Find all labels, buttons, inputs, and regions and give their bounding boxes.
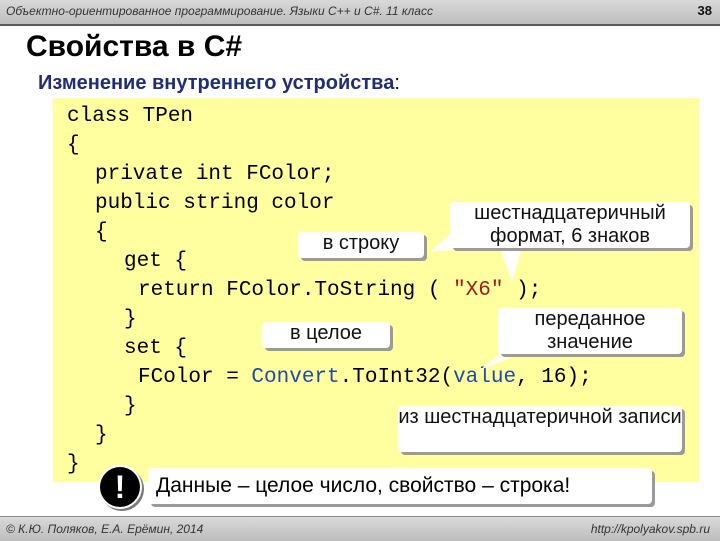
summary-note: Данные – целое число, свойство – строка! bbox=[148, 468, 652, 504]
to-string-callout: в строку bbox=[298, 232, 424, 258]
callout-pointers bbox=[430, 232, 530, 370]
footer-authors: © К.Ю. Поляков, Е.А. Ерёмин, 2014 bbox=[6, 522, 204, 536]
hex-format-callout: шестнадцатеричный формат, 6 знаков bbox=[450, 202, 690, 248]
hex-format-pointer-2 bbox=[500, 248, 522, 282]
footer-site-link[interactable]: http://kpolyakov.spb.ru bbox=[591, 522, 710, 536]
to-int-callout: в целое bbox=[262, 322, 390, 348]
from-hex-callout: из шестнадцатеричной записи bbox=[398, 406, 682, 452]
exclamation-mark: ! bbox=[100, 467, 140, 507]
passed-value-callout: переданное значение bbox=[498, 308, 682, 354]
footer-bar: © К.Ю. Поляков, Е.А. Ерёмин, 2014 http:/… bbox=[0, 516, 720, 541]
exclamation-icon: ! bbox=[98, 465, 142, 509]
